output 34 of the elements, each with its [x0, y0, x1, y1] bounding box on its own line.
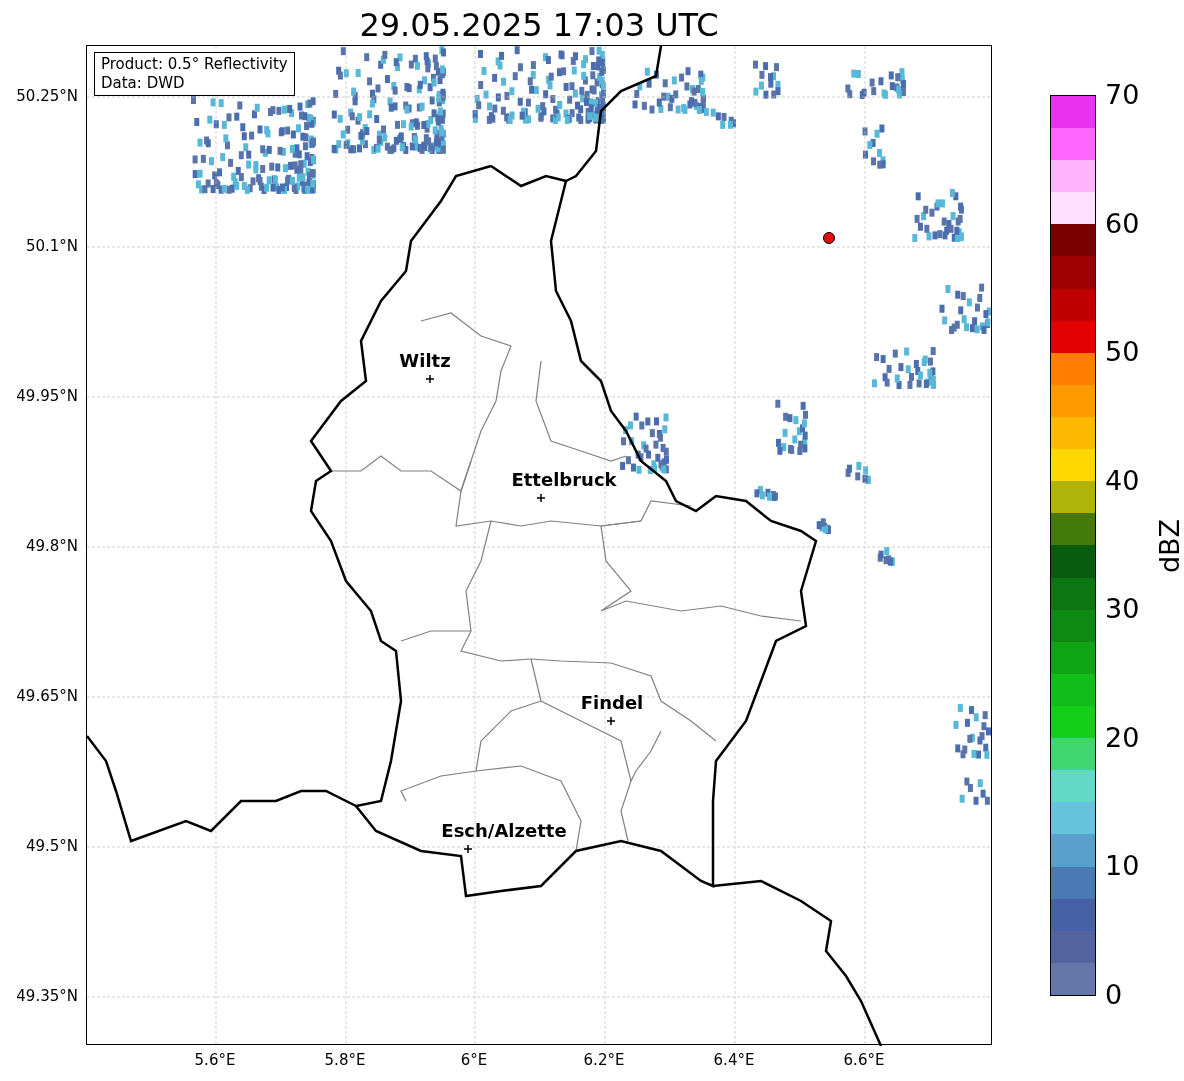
- radar-site-marker: [823, 232, 835, 244]
- colorbar-tick-label: 70: [1105, 80, 1140, 110]
- colorbar-tick-label: 20: [1105, 722, 1140, 753]
- city-label: Esch/Alzette: [441, 821, 567, 841]
- longitude-label: 6.2°E: [583, 1051, 625, 1069]
- city-marker-icon: [463, 844, 473, 854]
- longitude-label: 5.6°E: [194, 1051, 236, 1069]
- city-marker-icon: [536, 493, 546, 503]
- colorbar-axis-label: dBZ: [1154, 518, 1184, 574]
- colorbar-tick-label: 60: [1105, 208, 1140, 239]
- colorbar-tick-label: 0: [1105, 980, 1123, 1010]
- map-title: 29.05.2025 17:03 UTC: [359, 5, 719, 45]
- latitude-label: 49.35°N: [16, 987, 78, 1005]
- longitude-label: 6.6°E: [843, 1051, 885, 1069]
- latitude-label: 49.8°N: [25, 537, 78, 555]
- latitude-label: 49.5°N: [25, 837, 78, 855]
- longitude-label: 6.4°E: [713, 1051, 755, 1069]
- latitude-label: 49.65°N: [16, 687, 78, 705]
- city-marker-icon: [606, 716, 616, 726]
- city-label: Findel: [580, 693, 644, 713]
- colorbar-tick-label: 40: [1105, 465, 1140, 496]
- latitude-label: 50.1°N: [25, 237, 78, 255]
- latitude-label: 50.25°N: [16, 87, 78, 105]
- longitude-label: 5.8°E: [324, 1051, 366, 1069]
- city-marker-icon: [425, 374, 435, 384]
- city-label: Ettelbruck: [511, 470, 617, 490]
- colorbar-tick-label: 10: [1105, 851, 1140, 882]
- colorbar-tick-label: 50: [1105, 337, 1140, 368]
- info-text: Product: 0.5° Reflectivity: [101, 55, 288, 74]
- longitude-label: 6°E: [460, 1051, 488, 1069]
- latitude-label: 49.95°N: [16, 387, 78, 405]
- city-label: Wiltz: [399, 351, 451, 371]
- colorbar-tick-label: 30: [1105, 594, 1140, 625]
- info-text: Data: DWD: [101, 74, 186, 93]
